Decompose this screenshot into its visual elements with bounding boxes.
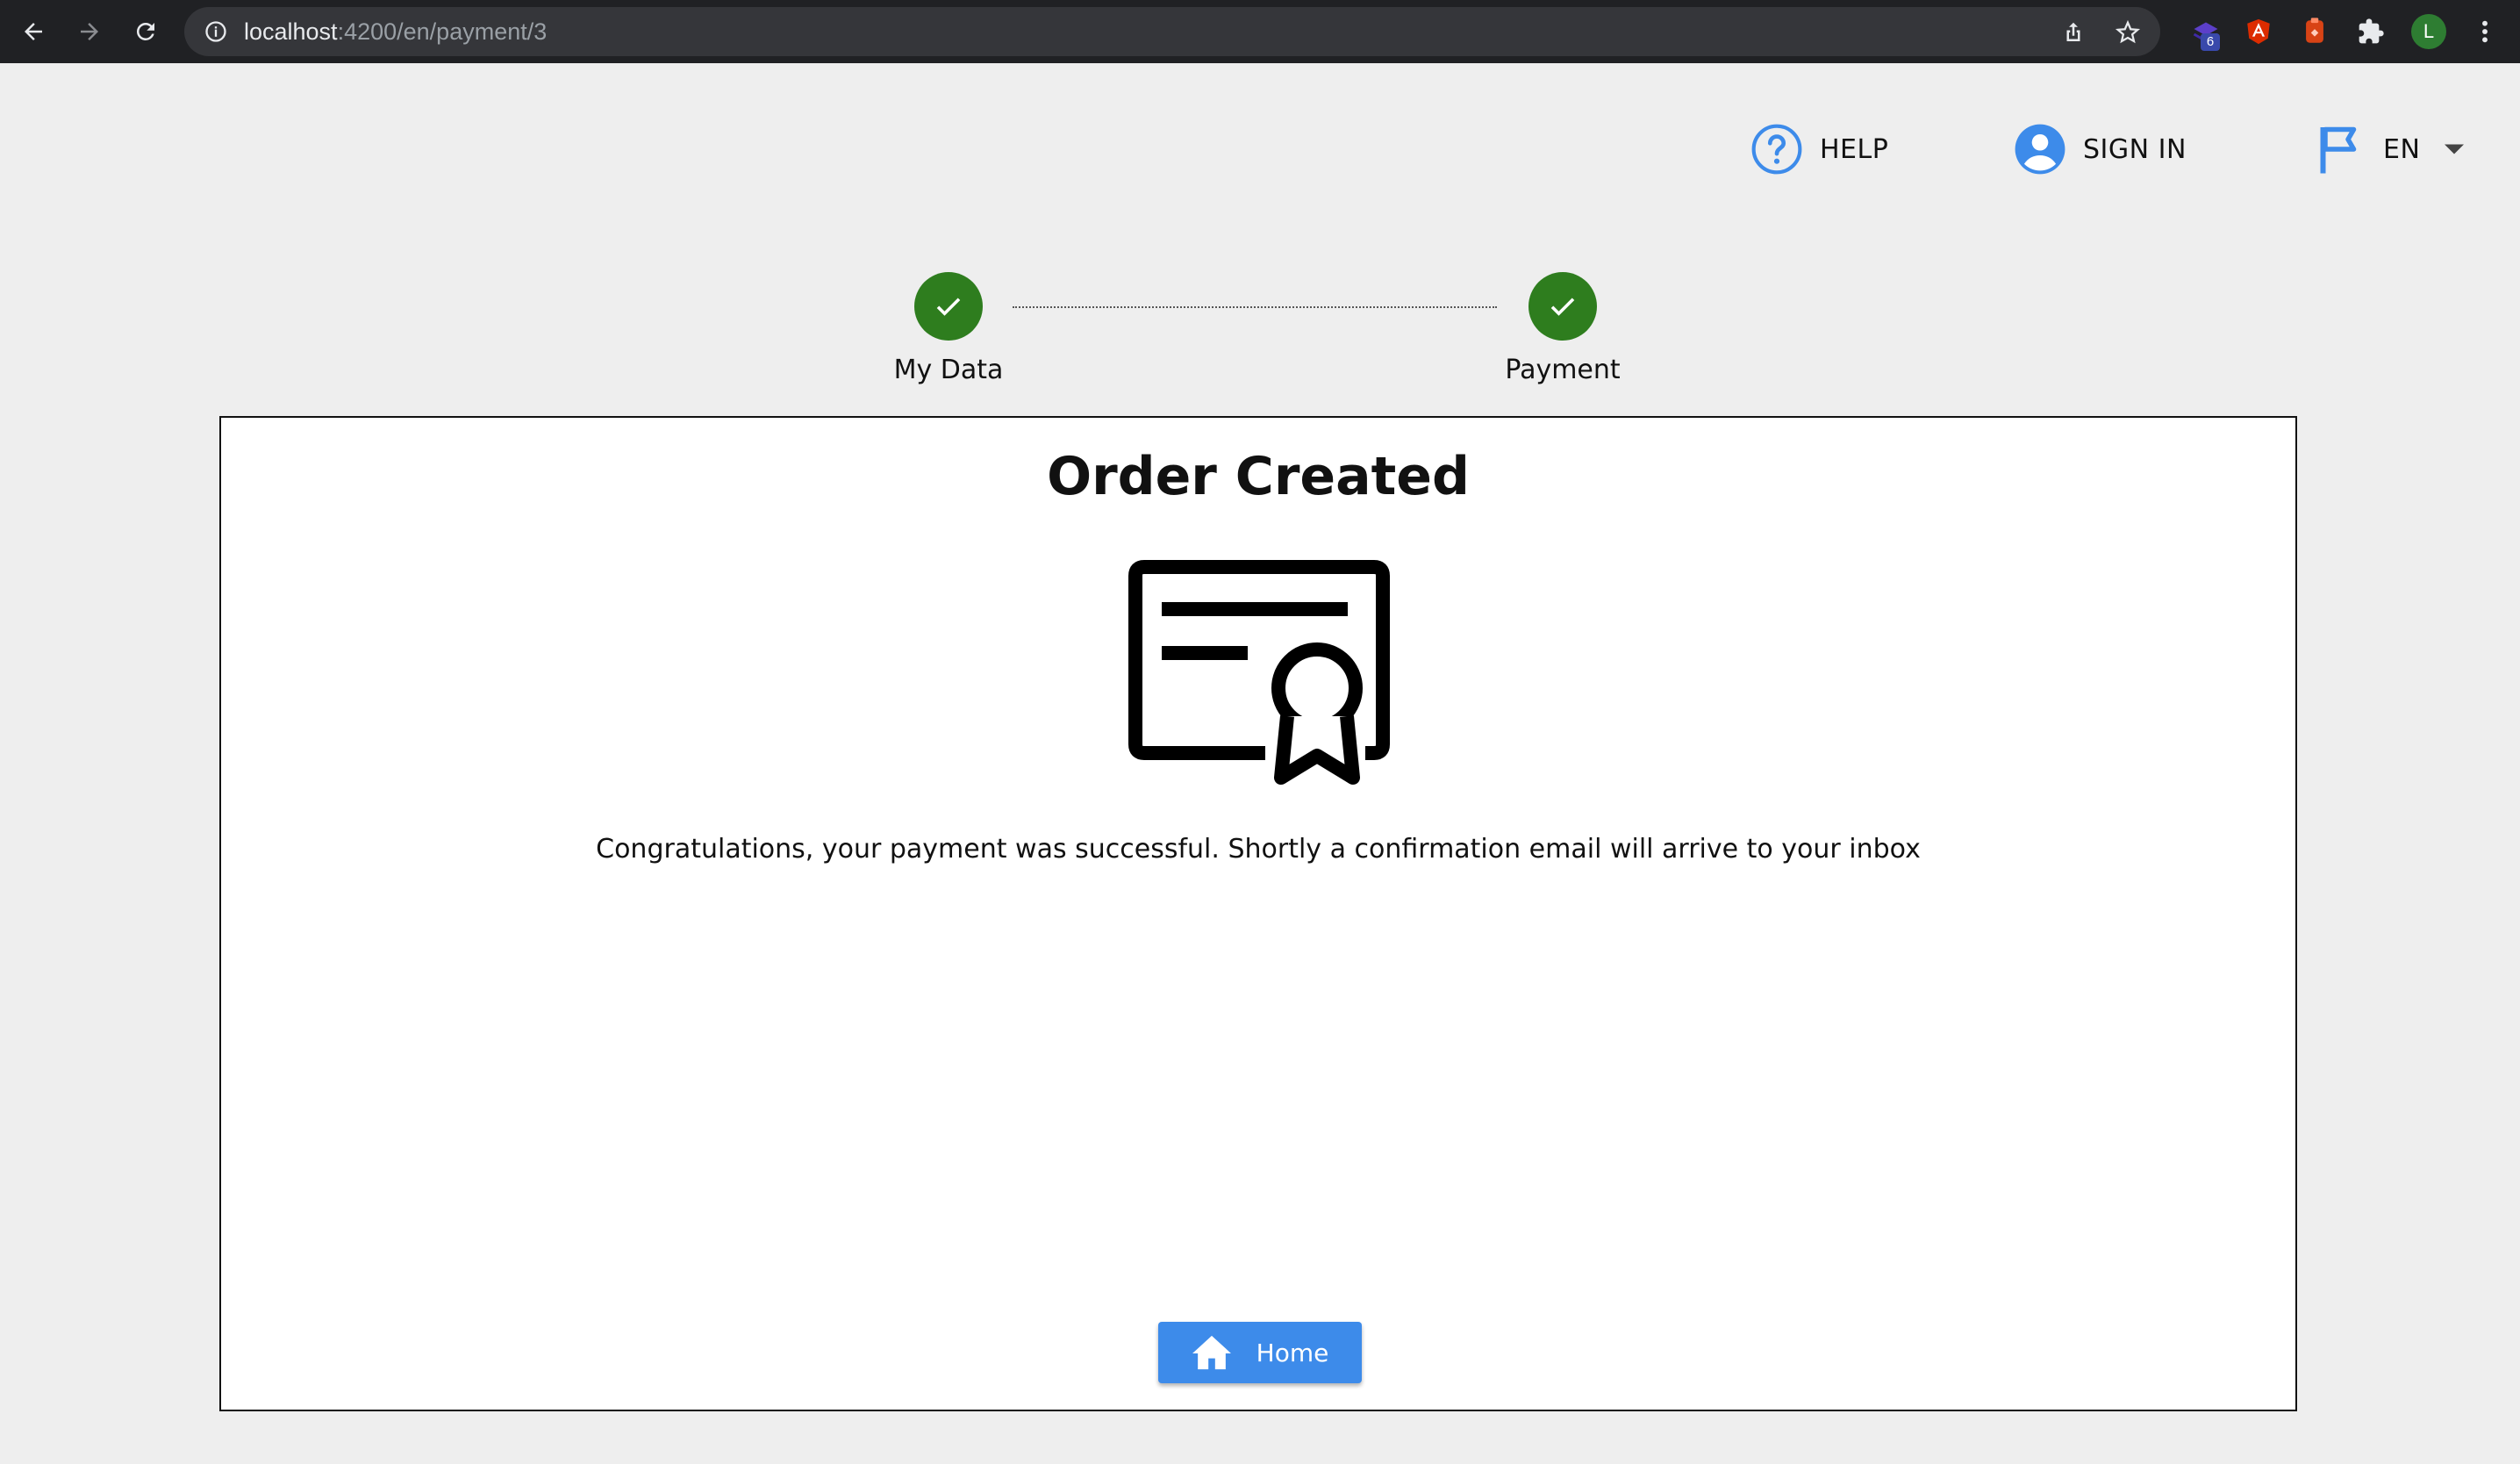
info-icon[interactable] (204, 19, 228, 44)
language-label: EN (2383, 133, 2421, 165)
reload-icon (136, 22, 154, 40)
forward-button[interactable] (68, 11, 111, 53)
language-selector[interactable]: EN (2315, 119, 2465, 179)
devtools-extension-icon[interactable] (2297, 14, 2332, 49)
help-icon (1751, 124, 1802, 175)
home-icon (1192, 1335, 1231, 1370)
url-text[interactable]: localhost:4200/en/payment/3 (244, 7, 547, 56)
back-arrow-icon (25, 23, 42, 40)
browser-menu-icon[interactable] (2467, 14, 2502, 49)
home-button[interactable]: Home (1158, 1322, 1362, 1383)
address-bar[interactable]: localhost:4200/en/payment/3 (184, 7, 2160, 56)
step-my-data-indicator (914, 272, 983, 341)
certificate-icon (1128, 560, 1390, 785)
confirmation-message: Congratulations, your payment was succes… (596, 834, 1921, 865)
step-payment-indicator (1528, 272, 1597, 341)
dropdown-arrow-icon (2445, 144, 2465, 154)
profile-avatar[interactable]: L (2411, 14, 2446, 49)
step-my-data-label: My Data (893, 355, 1004, 385)
back-button[interactable] (12, 11, 54, 53)
forward-arrow-icon (81, 23, 98, 40)
home-button-label: Home (1256, 1338, 1329, 1367)
browser-toolbar: localhost:4200/en/payment/3 6 L (0, 0, 2520, 63)
url-host: localhost (244, 18, 338, 45)
help-label: HELP (1820, 133, 1889, 165)
sign-in-link[interactable]: SIGN IN (2013, 119, 2187, 179)
help-link[interactable]: HELP (1750, 119, 1888, 179)
account-circle-icon (2015, 124, 2065, 175)
extensions-puzzle-icon[interactable] (2353, 14, 2388, 49)
share-icon[interactable] (2060, 19, 2087, 46)
check-icon (936, 298, 961, 316)
bookmark-star-icon[interactable] (2115, 19, 2141, 46)
url-path: :4200/en/payment/3 (337, 18, 548, 45)
angular-extension-icon[interactable] (2241, 14, 2276, 49)
extension-badge: 6 (2201, 33, 2220, 51)
step-payment-label: Payment (1505, 355, 1621, 385)
flag-icon (2320, 126, 2357, 174)
check-icon (1550, 298, 1575, 316)
order-confirmation-card: Order Created Congratulations, your paym… (219, 416, 2297, 1411)
page-title: Order Created (1047, 446, 1470, 507)
sign-in-label: SIGN IN (2083, 133, 2187, 165)
stepper-connector (1013, 306, 1497, 308)
reload-button[interactable] (125, 11, 167, 53)
